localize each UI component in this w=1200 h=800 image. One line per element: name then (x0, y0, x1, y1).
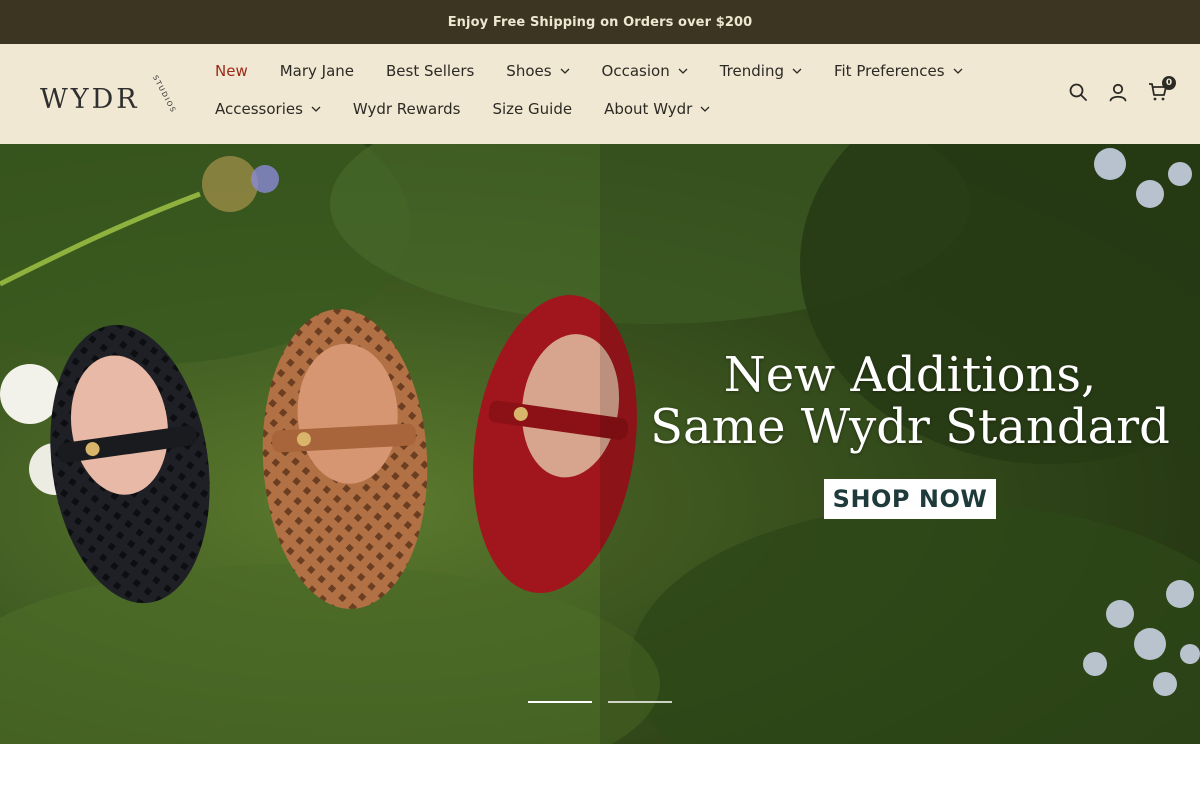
nav-item-label: Fit Preferences (833, 62, 945, 80)
nav-item-fit-preferences[interactable]: Fit Preferences (818, 62, 979, 80)
nav-item-label: New (215, 62, 248, 80)
slider-pagination (528, 701, 672, 703)
nav-item-trending[interactable]: Trending (704, 62, 818, 80)
nav-item-label: About Wydr (604, 100, 693, 118)
header-actions: 0 (1066, 76, 1176, 104)
hero-text-block: New Additions, Same Wydr Standard SHOP N… (650, 349, 1170, 519)
main-nav: New Mary Jane Best Sellers Shoes Occasio… (199, 52, 963, 128)
cart-count-badge: 0 (1162, 76, 1176, 90)
nav-item-occasion[interactable]: Occasion (586, 62, 704, 80)
nav-item-mary-jane[interactable]: Mary Jane (264, 62, 370, 80)
nav-row-1: New Mary Jane Best Sellers Shoes Occasio… (199, 52, 963, 90)
chevron-down-icon (678, 66, 688, 76)
nav-item-accessories[interactable]: Accessories (199, 100, 337, 118)
chevron-down-icon (953, 66, 963, 76)
nav-item-about-wydr[interactable]: About Wydr (588, 100, 726, 118)
hero-banner[interactable]: New Additions, Same Wydr Standard SHOP N… (0, 144, 1200, 744)
site-header: WYDR STUDIOS New Mary Jane Best Sellers … (0, 44, 1200, 144)
nav-item-new[interactable]: New (199, 62, 264, 80)
nav-item-label: Accessories (215, 100, 303, 118)
cart-icon[interactable]: 0 (1146, 76, 1176, 104)
nav-item-label: Size Guide (492, 100, 573, 118)
nav-item-size-guide[interactable]: Size Guide (476, 100, 588, 118)
chevron-down-icon (560, 66, 570, 76)
hero-title-line2: Same Wydr Standard (650, 399, 1170, 455)
nav-item-label: Trending (719, 62, 784, 80)
brand-logo[interactable]: WYDR STUDIOS (40, 74, 178, 118)
nav-item-shoes[interactable]: Shoes (490, 62, 585, 80)
chevron-down-icon (311, 104, 321, 114)
announcement-text: Enjoy Free Shipping on Orders over $200 (447, 14, 753, 30)
slider-dot-1[interactable] (528, 701, 592, 703)
nav-item-label: Best Sellers (386, 62, 475, 80)
chevron-down-icon (792, 66, 802, 76)
search-icon[interactable] (1066, 80, 1090, 104)
chevron-down-icon (700, 104, 710, 114)
hero-title: New Additions, Same Wydr Standard (650, 349, 1170, 453)
nav-row-2: Accessories Wydr Rewards Size Guide Abou… (199, 90, 959, 128)
announcement-bar: Enjoy Free Shipping on Orders over $200 (0, 0, 1200, 44)
nav-item-label: Occasion (601, 62, 670, 80)
nav-item-label: Wydr Rewards (352, 100, 461, 118)
user-icon[interactable] (1106, 80, 1130, 104)
brand-logo-word: WYDR (40, 84, 140, 115)
nav-item-label: Shoes (506, 62, 552, 80)
nav-item-wydr-rewards[interactable]: Wydr Rewards (337, 100, 477, 118)
slider-dot-2[interactable] (608, 701, 672, 703)
nav-item-best-sellers[interactable]: Best Sellers (370, 62, 490, 80)
nav-item-label: Mary Jane (279, 62, 355, 80)
hero-title-line1: New Additions, (723, 347, 1097, 403)
shop-now-button[interactable]: SHOP NOW (823, 479, 997, 519)
brand-logo-sub: STUDIOS (150, 74, 178, 115)
